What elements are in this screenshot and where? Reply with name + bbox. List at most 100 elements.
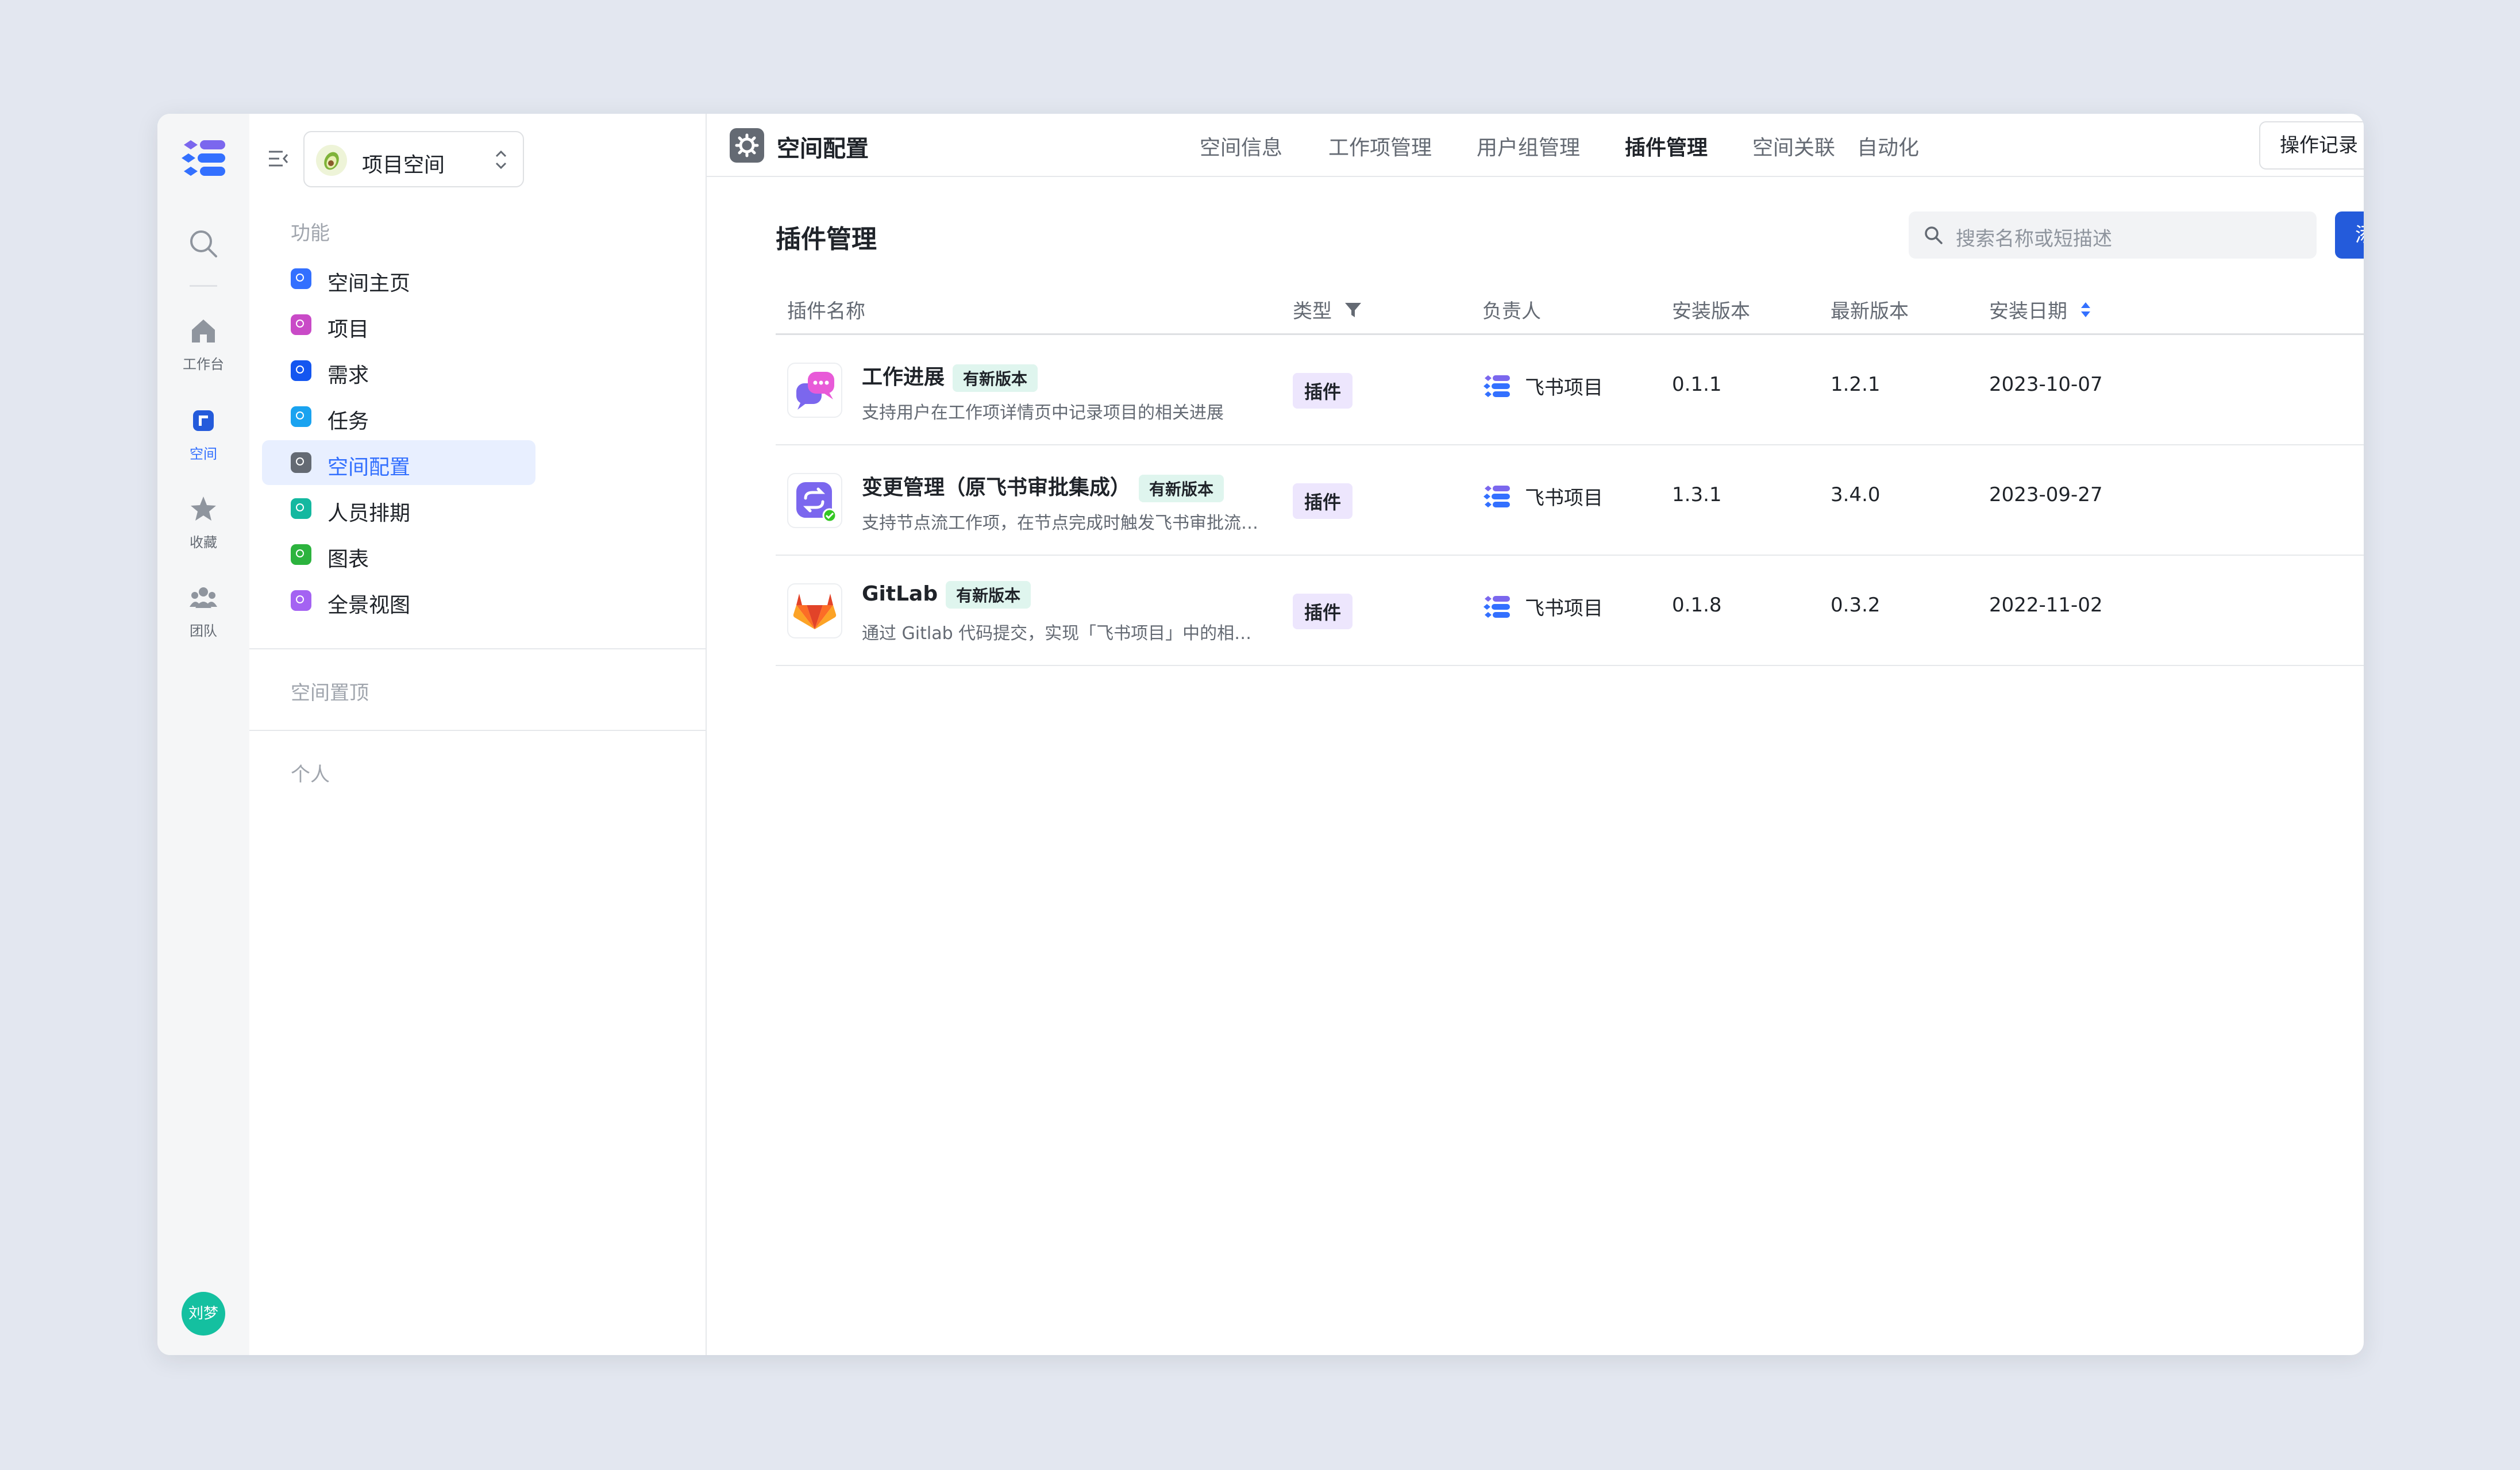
section-features: 功能: [291, 222, 330, 245]
sidebar-item-staff-schedule[interactable]: 人员排期: [262, 486, 535, 531]
app-logo-icon[interactable]: [179, 139, 228, 179]
installed-version: 0.1.1: [1672, 373, 1722, 396]
rail-item-label: 收藏: [190, 534, 217, 551]
gitlab-icon: [787, 583, 842, 638]
operation-log-button[interactable]: 操作记录: [2259, 121, 2364, 170]
table-header: 插件名称 类型 负责人 安装版本 最新版本 安装日期: [776, 280, 2364, 335]
space-icon: [157, 406, 249, 438]
type-tag: 插件: [1293, 483, 1353, 519]
sidebar-item-label: 全景视图: [327, 594, 411, 617]
requirement-icon: [291, 360, 311, 381]
latest-version: 3.4.0: [1831, 483, 1881, 506]
search-placeholder: 搜索名称或短描述: [1956, 228, 2112, 251]
plugin-name[interactable]: 工作进展 有新版本: [862, 360, 1038, 392]
add-plugin-button[interactable]: 添加插件: [2335, 211, 2364, 259]
plugin-description: 通过 Gitlab 代码提交，实现「飞书项目」中的相…: [862, 624, 1252, 644]
chat-bubbles-icon: [787, 363, 842, 418]
sidebar: 项目空间 功能 空间主页 项目 需求 任务 空间配置 人员排期 图表 全景视图 …: [249, 114, 707, 1355]
tab-space-relations[interactable]: 空间关联: [1752, 131, 1835, 161]
user-avatar[interactable]: 刘梦: [182, 1292, 225, 1336]
plugin-name-text: 变更管理（原飞书审批集成）: [862, 476, 1131, 499]
column-header-latest-version: 最新版本: [1831, 300, 1909, 323]
table-row[interactable]: 变更管理（原飞书审批集成） 有新版本 支持节点流工作项，在节点完成时触发飞书审批流…: [776, 445, 2364, 556]
type-tag: 插件: [1293, 594, 1353, 629]
section-personal[interactable]: 个人: [291, 759, 330, 787]
table-row[interactable]: 工作进展 有新版本 支持用户在工作项详情页中记录项目的相关进展 插件 飞书项目 0…: [776, 335, 2364, 445]
tab-work-item-management[interactable]: 工作项管理: [1328, 131, 1432, 161]
sidebar-item-label: 需求: [327, 364, 369, 387]
sidebar-item-label: 人员排期: [327, 502, 411, 525]
owner: 飞书项目: [1482, 372, 1603, 403]
sidebar-divider: [249, 648, 706, 649]
sidebar-item-space-home[interactable]: 空间主页: [262, 256, 535, 301]
chart-icon: [291, 544, 311, 565]
search-icon: [1924, 225, 1943, 247]
sidebar-item-label: 任务: [327, 410, 369, 433]
chevron-updown-icon: [493, 147, 509, 175]
search-box[interactable]: 搜索名称或短描述: [1909, 211, 2317, 259]
plugin-name[interactable]: 变更管理（原飞书审批集成） 有新版本: [862, 471, 1224, 502]
space-selector[interactable]: 项目空间: [303, 131, 524, 187]
install-date: 2023-10-07: [1989, 373, 2103, 396]
plugin-table: 插件名称 类型 负责人 安装版本 最新版本 安装日期 工作进展 有新版本 支持用…: [776, 280, 2364, 666]
latest-version: 1.2.1: [1831, 373, 1881, 396]
plugin-name-text: 工作进展: [862, 365, 945, 389]
new-version-badge: 有新版本: [1139, 475, 1224, 502]
sidebar-item-space-config[interactable]: 空间配置: [262, 440, 535, 485]
install-date: 2022-11-02: [1989, 594, 2103, 617]
latest-version: 0.3.2: [1831, 594, 1881, 617]
app-window: 工作台 空间 收藏 团队 刘梦 项目空间 功能 空间主页 项目 需求 任务 空间…: [157, 114, 2364, 1355]
feishu-project-logo-icon: [1482, 374, 1512, 403]
sidebar-item-charts[interactable]: 图表: [262, 532, 535, 577]
main-content: 空间配置 空间信息 工作项管理 用户组管理 插件管理 空间关联 自动化 操作记录…: [706, 114, 2364, 1355]
rail-item-space[interactable]: 空间: [157, 406, 249, 463]
sync-approval-icon: [787, 473, 842, 528]
tab-user-group-management[interactable]: 用户组管理: [1477, 131, 1580, 161]
column-header-install-date[interactable]: 安装日期: [1989, 295, 2092, 325]
sidebar-item-projects[interactable]: 项目: [262, 302, 535, 347]
column-header-owner: 负责人: [1482, 300, 1541, 323]
task-icon: [291, 406, 311, 427]
space-name: 项目空间: [362, 153, 445, 177]
settings-gear-icon: [730, 128, 764, 163]
sidebar-item-label: 项目: [327, 318, 369, 341]
tab-automation[interactable]: 自动化: [1857, 131, 1919, 161]
rail-item-workbench[interactable]: 工作台: [157, 316, 249, 373]
rail-item-label: 空间: [190, 446, 217, 462]
search-icon[interactable]: [187, 228, 219, 262]
content-title: 插件管理: [776, 225, 877, 254]
table-row[interactable]: GitLab 有新版本 通过 Gitlab 代码提交，实现「飞书项目」中的相… 插…: [776, 556, 2364, 666]
gear-icon: [291, 452, 311, 473]
rail-item-favorites[interactable]: 收藏: [157, 494, 249, 551]
type-tag: 插件: [1293, 373, 1353, 409]
schedule-icon: [291, 498, 311, 519]
page-title: 空间配置: [777, 136, 869, 162]
column-header-type-label: 类型: [1293, 300, 1332, 323]
team-icon: [157, 583, 249, 615]
installed-version: 0.1.8: [1672, 594, 1722, 617]
filter-icon[interactable]: [1344, 301, 1362, 324]
avocado-icon: [316, 145, 347, 176]
rail-item-team[interactable]: 团队: [157, 583, 249, 640]
rail-item-label: 工作台: [183, 356, 224, 372]
sort-icon[interactable]: [2079, 299, 2092, 325]
column-header-installed-version: 安装版本: [1672, 300, 1750, 323]
sidebar-divider: [249, 730, 706, 731]
sidebar-item-tasks[interactable]: 任务: [262, 394, 535, 439]
new-version-badge: 有新版本: [953, 364, 1038, 392]
top-bar: 空间配置 空间信息 工作项管理 用户组管理 插件管理 空间关联 自动化 操作记录…: [706, 114, 2364, 177]
column-header-type[interactable]: 类型: [1293, 295, 1362, 324]
home-icon: [157, 316, 249, 348]
owner-name: 飞书项目: [1525, 376, 1603, 399]
sidebar-item-label: 图表: [327, 548, 369, 571]
rail-divider: [190, 285, 217, 287]
section-pinned[interactable]: 空间置顶: [291, 677, 369, 705]
sidebar-item-panorama[interactable]: 全景视图: [262, 578, 535, 623]
sidebar-item-requirements[interactable]: 需求: [262, 348, 535, 393]
tab-space-info[interactable]: 空间信息: [1200, 131, 1282, 161]
plugin-description: 支持用户在工作项详情页中记录项目的相关进展: [862, 403, 1224, 423]
feishu-project-logo-icon: [1482, 484, 1512, 514]
tab-plugin-management[interactable]: 插件管理: [1625, 131, 1708, 161]
plugin-name[interactable]: GitLab 有新版本: [862, 581, 1031, 609]
collapse-sidebar-icon[interactable]: [267, 147, 290, 172]
